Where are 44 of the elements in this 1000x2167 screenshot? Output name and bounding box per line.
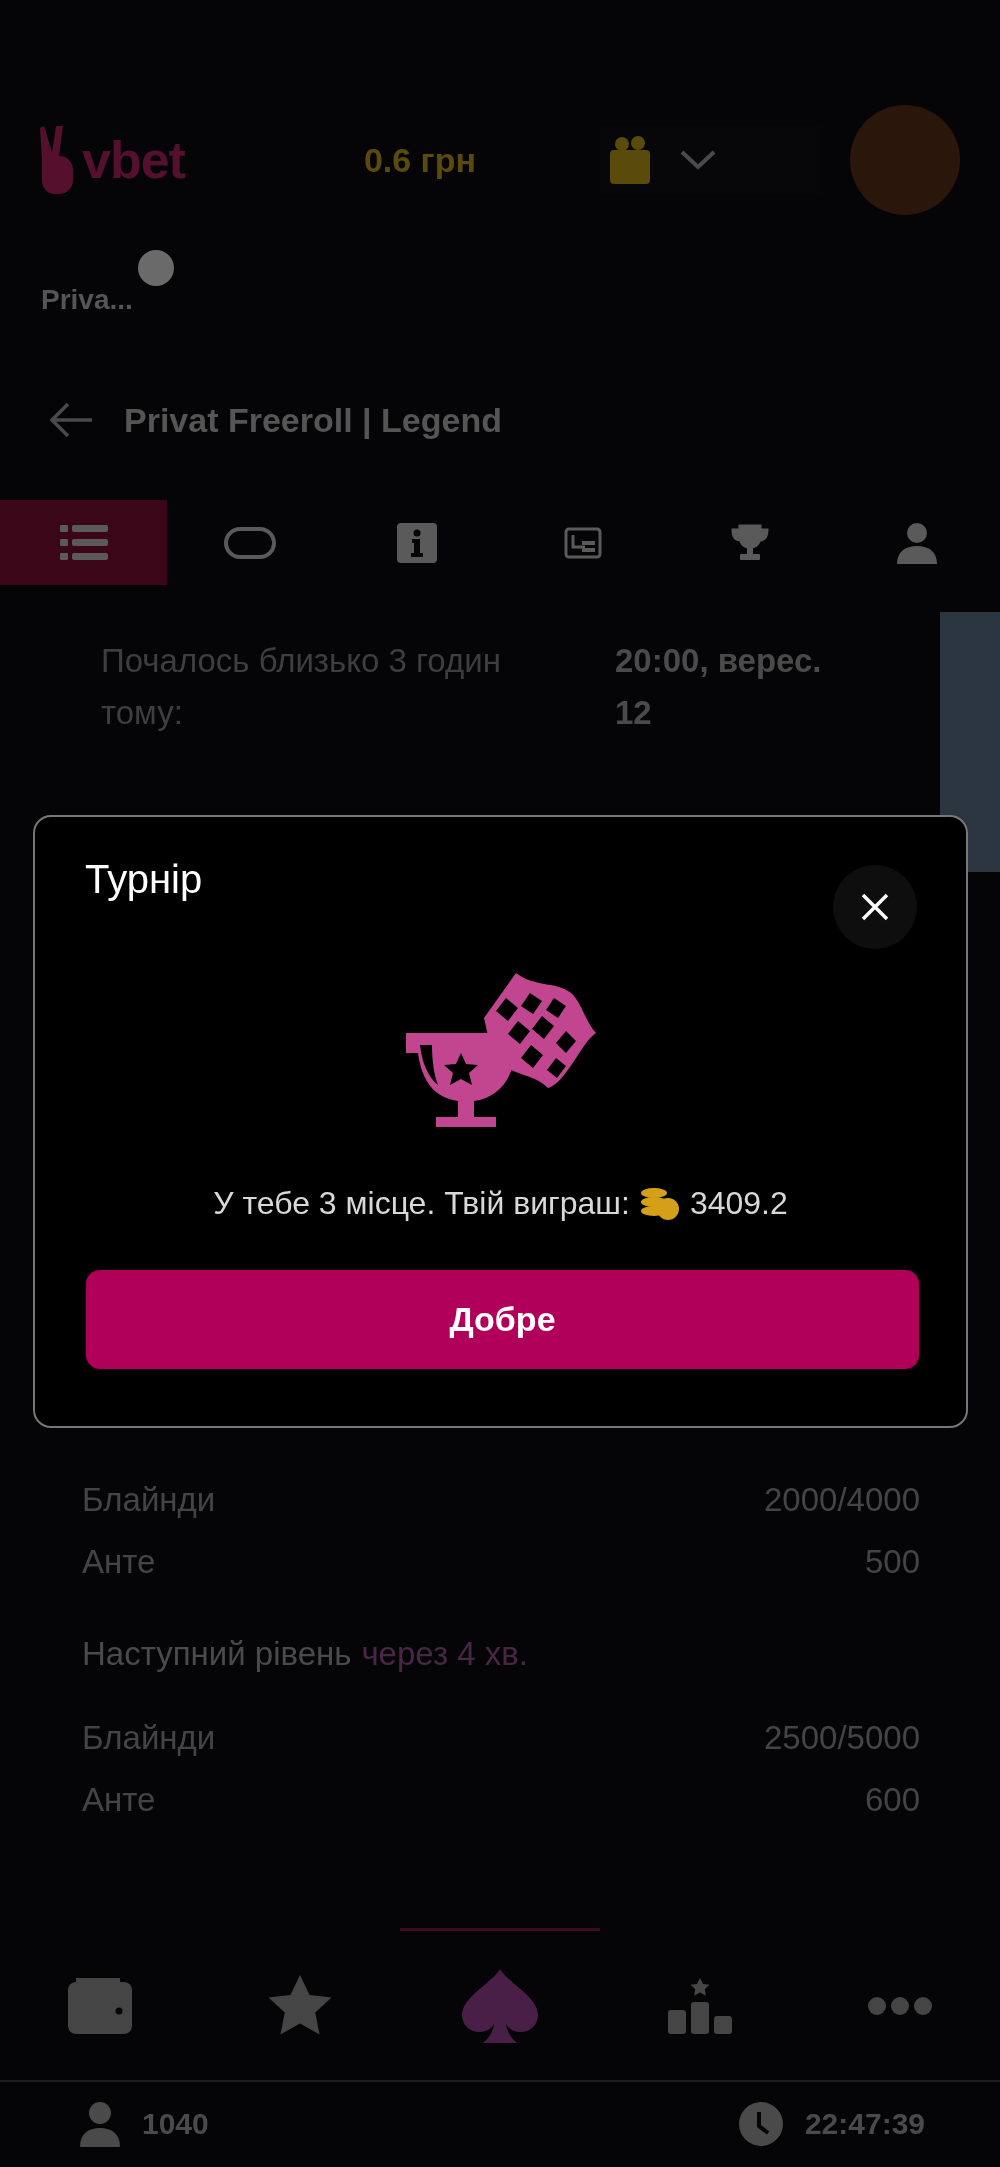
dialog-title: Турнір [85,856,204,903]
status-dot [138,250,174,286]
level-value: 2000/4000 [764,1481,920,1519]
level-value: 500 [864,1543,920,1581]
star-icon [268,1974,332,2037]
wallet-coins-icon [610,136,650,184]
level-label: Блайнди [82,1481,216,1519]
account-name: Priva... [41,284,133,316]
clock-time: 22:47:39 [804,2106,925,2141]
list-icon [59,522,108,563]
spade-icon [462,1968,538,2043]
info-icon [396,522,437,563]
schedule-icon [564,526,603,559]
close-icon [860,892,890,922]
start-label: Почалось близько 3 годин тому: [101,641,502,733]
balance: 0.6 грн [362,140,478,180]
trophy-icon [731,523,770,562]
level-label: Блайнди [82,1719,216,1757]
user-icon [896,521,937,564]
level-value: 600 [864,1781,920,1819]
ok-button[interactable]: Добре [86,1270,919,1369]
player-count: 1040 [142,2106,209,2141]
coins-icon [639,1186,680,1221]
podium-icon [668,1977,732,2034]
video-thumbnail-placeholder[interactable] [940,612,1000,872]
user-icon [80,2100,120,2147]
start-time: 20:00, верес. 12 [615,641,823,733]
chevron-down-icon [680,150,716,170]
level-label: Анте [82,1543,156,1581]
level-label: Анте [82,1781,156,1819]
clock-icon [738,2101,783,2146]
wallet-icon [68,1977,132,2034]
table-icon [223,525,278,560]
back-button[interactable] [48,401,94,439]
prize-amount: 3409.2 [689,1185,788,1222]
next-level-label: Наступний рівень [82,1635,352,1673]
tab[interactable] [0,500,167,585]
result-message: У тебе 3 місце. Твій виграш: [213,1185,630,1222]
page-title: Privat Freeroll | Legend [124,400,502,440]
more-icon [868,1995,932,2016]
peace-hand-icon [40,126,76,194]
next-level-countdown: через 4 хв. [361,1635,528,1673]
level-value: 2500/5000 [764,1719,920,1757]
arrow-left-icon [48,401,94,439]
